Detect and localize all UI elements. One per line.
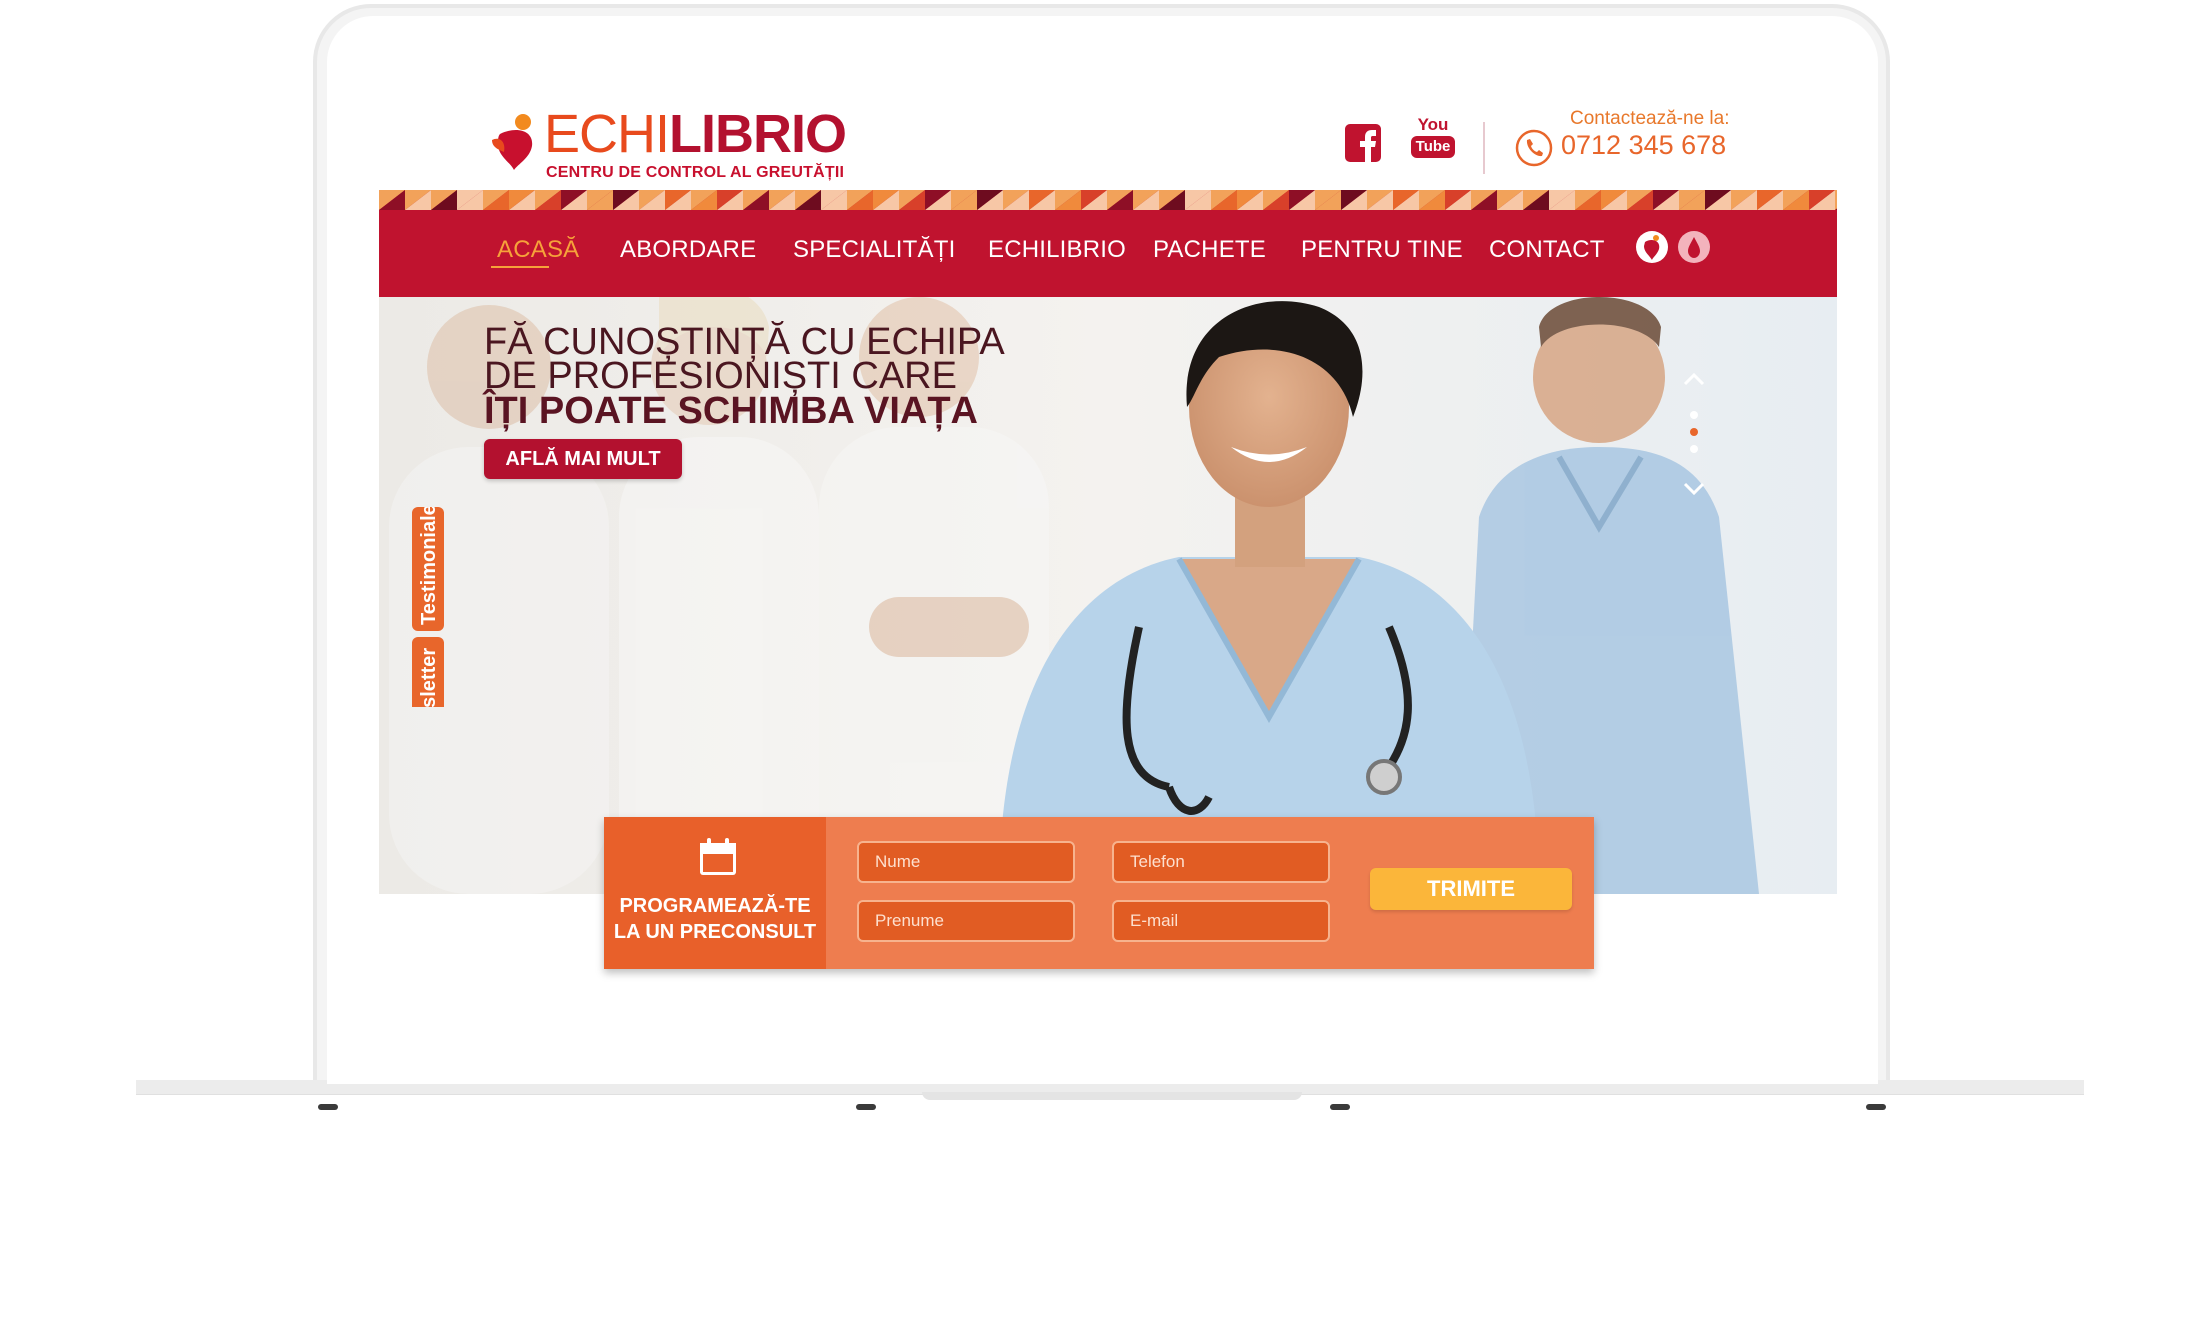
nav-active-underline xyxy=(491,266,549,268)
calendar-icon xyxy=(700,838,736,875)
header-divider xyxy=(1483,122,1485,174)
testimonials-tab[interactable]: Testimoniale xyxy=(412,507,444,631)
laptop-foot xyxy=(856,1104,876,1110)
form-heading-block: PROGRAMEAZĂ-TE LA UN PRECONSULT xyxy=(604,817,826,969)
contact-label: Contactează-ne la: xyxy=(1570,108,1730,129)
drop-round-icon[interactable] xyxy=(1677,230,1711,264)
facebook-icon[interactable] xyxy=(1345,124,1381,162)
slider-dot-active[interactable] xyxy=(1690,428,1698,436)
form-title-line-2: LA UN PRECONSULT xyxy=(613,921,817,943)
logo-wordmark: ECHILIBRIO xyxy=(544,104,847,164)
submit-button[interactable]: TRIMITE xyxy=(1370,868,1572,910)
prenume-field[interactable] xyxy=(857,900,1075,942)
contact-phone[interactable]: 0712 345 678 xyxy=(1561,130,1726,161)
learn-more-button[interactable]: AFLĂ MAI MULT xyxy=(484,439,682,479)
logo-tagline: CENTRU DE CONTROL AL GREUTĂȚII xyxy=(546,164,845,181)
nav-item-abordare[interactable]: ABORDARE xyxy=(620,236,756,264)
form-title: PROGRAMEAZĂ-TE LA UN PRECONSULT xyxy=(604,893,826,945)
nav-item-echilibrio[interactable]: ECHILIBRIO xyxy=(988,236,1126,264)
form-title-line-1: PROGRAMEAZĂ-TE xyxy=(619,895,811,917)
pattern-triangle xyxy=(1835,190,1837,210)
slider-dot[interactable] xyxy=(1690,445,1698,453)
youtube-icon[interactable]: You Tube xyxy=(1411,116,1455,162)
laptop-foot xyxy=(318,1104,338,1110)
logo-mark-icon xyxy=(492,114,533,170)
laptop-foot xyxy=(1330,1104,1350,1110)
hero-heading-line-3: ÎȚI POATE SCHIMBA VIAȚA xyxy=(484,390,978,432)
laptop-notch xyxy=(922,1092,1302,1100)
nav-item-pentru-tine[interactable]: PENTRU TINE xyxy=(1301,236,1463,264)
slider-down-arrow-icon[interactable] xyxy=(1683,482,1705,496)
newsletter-tab-label: Newsletter xyxy=(418,647,440,707)
testimonials-tab-label: Testimoniale xyxy=(418,507,440,625)
telefon-field[interactable] xyxy=(1112,841,1330,883)
email-field[interactable] xyxy=(1112,900,1330,942)
slider-dot[interactable] xyxy=(1690,411,1698,419)
phone-icon xyxy=(1515,129,1553,167)
youtube-text-bottom: Tube xyxy=(1411,136,1455,158)
slider-up-arrow-icon[interactable] xyxy=(1683,372,1705,386)
nume-field[interactable] xyxy=(857,841,1075,883)
nav-item-pachete[interactable]: PACHETE xyxy=(1153,236,1266,264)
brand-round-icon[interactable] xyxy=(1635,230,1669,264)
decorative-pattern xyxy=(379,190,1837,210)
newsletter-tab[interactable]: Newsletter xyxy=(412,637,444,707)
youtube-text-top: You xyxy=(1417,115,1449,134)
laptop-foot xyxy=(1866,1104,1886,1110)
nav-item-specialitati[interactable]: SPECIALITĂȚI xyxy=(793,236,955,264)
nav-item-acasa[interactable]: ACASĂ xyxy=(497,236,579,264)
preconsult-form-panel: PROGRAMEAZĂ-TE LA UN PRECONSULT TRIMITE xyxy=(604,817,1594,969)
nav-item-contact[interactable]: CONTACT xyxy=(1489,236,1605,264)
